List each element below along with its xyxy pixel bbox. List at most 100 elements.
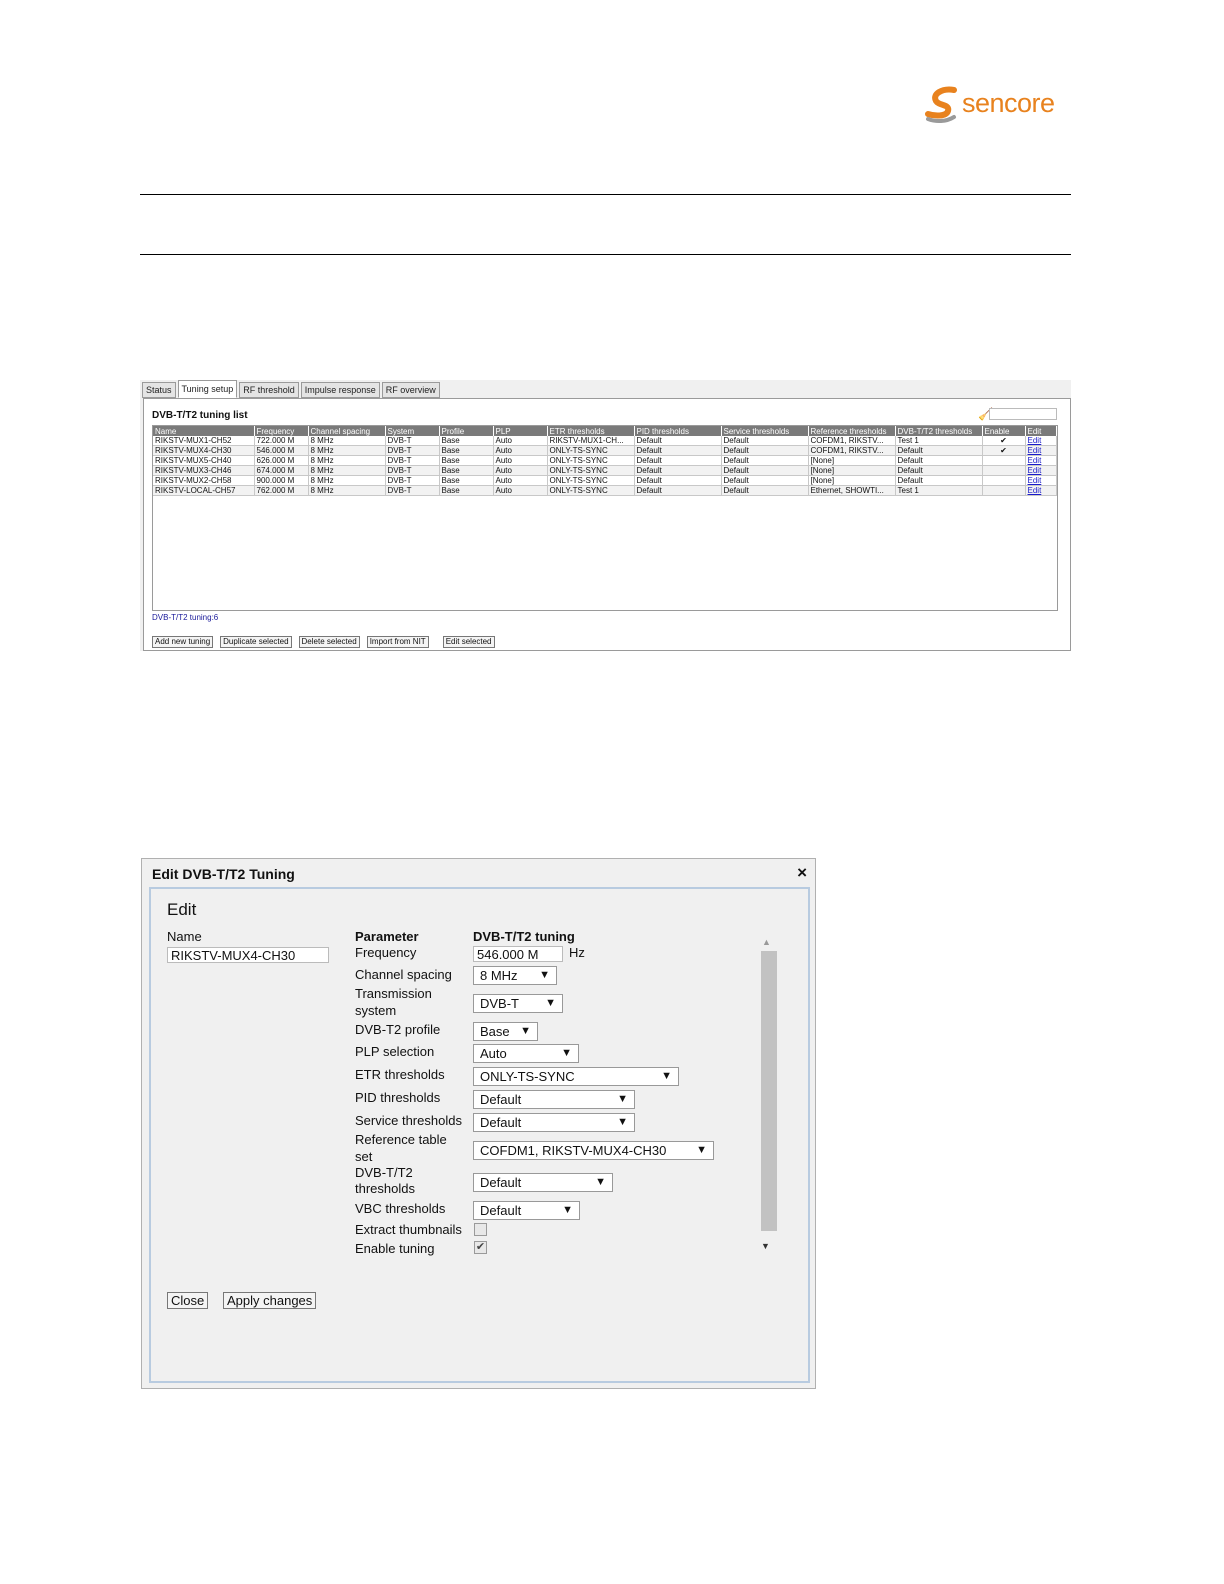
reference-select[interactable]: COFDM1, RIKSTV-MUX4-CH30 ▼ bbox=[473, 1141, 714, 1160]
transmission-select[interactable]: DVB-T ▼ bbox=[473, 994, 563, 1013]
dialog-title: Edit DVB-T/T2 Tuning bbox=[152, 866, 295, 882]
chevron-down-icon: ▼ bbox=[696, 1144, 707, 1156]
edit-link[interactable]: Edit bbox=[1025, 445, 1057, 456]
table-cell: 8 MHz bbox=[308, 436, 386, 446]
table-cell: RIKSTV-MUX1-CH52 bbox=[153, 436, 255, 446]
tab-impulse-response[interactable]: Impulse response bbox=[300, 382, 380, 398]
close-icon[interactable]: × bbox=[797, 863, 807, 883]
column-header[interactable]: Service thresholds bbox=[721, 426, 809, 436]
tab-status[interactable]: Status bbox=[142, 382, 176, 398]
name-input[interactable]: RIKSTV-MUX4-CH30 bbox=[167, 947, 329, 963]
duplicate-button[interactable]: Duplicate selected bbox=[220, 636, 292, 648]
enable-checkmark-icon: ✔ bbox=[982, 445, 1026, 456]
table-row[interactable]: RIKSTV-LOCAL-CH57 762.000 M8 MHz DVB-T Base… bbox=[153, 485, 1057, 496]
pid-select[interactable]: Default ▼ bbox=[473, 1090, 635, 1109]
plp-label: PLP selection bbox=[355, 1044, 435, 1059]
column-header[interactable]: Name bbox=[153, 426, 255, 436]
etr-select[interactable]: ONLY-TS-SYNC ▼ bbox=[473, 1067, 679, 1086]
service-select[interactable]: Default ▼ bbox=[473, 1113, 635, 1132]
column-header[interactable]: PID thresholds bbox=[634, 426, 722, 436]
edit-heading: Edit bbox=[167, 900, 197, 919]
tuning-list-title: DVB-T/T2 tuning list bbox=[152, 410, 248, 421]
table-cell: Default bbox=[721, 475, 809, 486]
reference-value: COFDM1, RIKSTV-MUX4-CH30 bbox=[480, 1143, 667, 1158]
table-row[interactable]: RIKSTV-MUX1-CH52 722.000 M8 MHz DVB-T Base A… bbox=[153, 436, 1057, 446]
tab-rf-threshold[interactable]: RF threshold bbox=[239, 382, 299, 398]
tab-rf-overview[interactable]: RF overview bbox=[381, 382, 440, 398]
enable-checkmark-icon: ✔ bbox=[982, 436, 1026, 446]
reference-label-line2: set bbox=[355, 1149, 373, 1164]
thumbnails-checkbox[interactable] bbox=[474, 1223, 487, 1236]
scroll-down-icon[interactable]: ▼ bbox=[761, 1241, 770, 1251]
column-header[interactable]: ETR thresholds bbox=[547, 426, 635, 436]
table-cell: ONLY-TS-SYNC bbox=[547, 445, 635, 456]
table-cell: ONLY-TS-SYNC bbox=[547, 455, 635, 466]
column-header[interactable]: System bbox=[385, 426, 440, 436]
table-cell: ONLY-TS-SYNC bbox=[547, 475, 635, 486]
pid-value: Default bbox=[480, 1092, 522, 1107]
column-header[interactable]: DVB-T/T2 thresholds bbox=[895, 426, 983, 436]
add-tuning-button[interactable]: Add new tuning bbox=[152, 636, 214, 648]
t2-thresholds-select[interactable]: Default ▼ bbox=[473, 1173, 613, 1192]
column-header[interactable]: Reference thresholds bbox=[808, 426, 896, 436]
table-cell: Base bbox=[439, 475, 494, 486]
chevron-down-icon: ▼ bbox=[539, 969, 550, 981]
profile-value: Base bbox=[480, 1024, 510, 1039]
table-cell: DVB-T bbox=[385, 445, 440, 456]
reference-label-line1: Reference table bbox=[355, 1132, 447, 1147]
channel-spacing-select[interactable]: 8 MHz ▼ bbox=[473, 966, 557, 985]
edit-link[interactable]: Edit bbox=[1025, 455, 1057, 466]
frequency-label: Frequency bbox=[355, 945, 417, 960]
column-header[interactable]: Profile bbox=[439, 426, 494, 436]
table-cell: DVB-T bbox=[385, 485, 440, 496]
table-cell: ONLY-TS-SYNC bbox=[547, 465, 635, 476]
column-header[interactable]: Frequency bbox=[254, 426, 309, 436]
table-cell: Default bbox=[721, 455, 809, 466]
enable-checkbox[interactable]: ✔ bbox=[474, 1241, 487, 1254]
table-cell: RIKSTV-LOCAL-CH57 bbox=[153, 485, 255, 496]
vbc-select[interactable]: Default ▼ bbox=[473, 1201, 580, 1220]
header-rule-bottom bbox=[140, 254, 1071, 255]
edit-selected-button[interactable]: Edit selected bbox=[442, 636, 495, 648]
table-cell: Default bbox=[634, 445, 722, 456]
column-header[interactable]: Enable bbox=[982, 426, 1026, 436]
enable-label: Enable tuning bbox=[355, 1241, 435, 1256]
column-header[interactable]: Edit bbox=[1025, 426, 1057, 436]
table-cell: Auto bbox=[493, 475, 548, 486]
table-cell: Default bbox=[721, 436, 809, 446]
table-header-row: Name Frequency Channel spacing System Pr… bbox=[153, 426, 1057, 436]
table-cell: DVB-T bbox=[385, 465, 440, 476]
filter-input[interactable] bbox=[989, 408, 1057, 420]
profile-select[interactable]: Base ▼ bbox=[473, 1022, 538, 1041]
table-cell: 8 MHz bbox=[308, 475, 386, 486]
table-row[interactable]: RIKSTV-MUX5-CH40 626.000 M8 MHz DVB-T Base A… bbox=[153, 455, 1057, 466]
table-row[interactable]: RIKSTV-MUX3-CH46 674.000 M8 MHz DVB-T Base A… bbox=[153, 465, 1057, 476]
table-cell: DVB-T bbox=[385, 436, 440, 446]
table-cell: Default bbox=[634, 465, 722, 476]
frequency-input[interactable]: 546.000 M bbox=[473, 946, 563, 962]
tab-tuning-setup[interactable]: Tuning setup bbox=[177, 380, 238, 398]
edit-link[interactable]: Edit bbox=[1025, 465, 1057, 476]
edit-link[interactable]: Edit bbox=[1025, 475, 1057, 486]
close-button[interactable]: Close bbox=[167, 1292, 209, 1309]
scroll-up-icon[interactable]: ▲ bbox=[762, 937, 771, 947]
table-row[interactable]: RIKSTV-MUX2-CH58 900.000 M8 MHz DVB-T Base A… bbox=[153, 475, 1057, 486]
edit-link[interactable]: Edit bbox=[1025, 436, 1057, 446]
edit-link[interactable]: Edit bbox=[1025, 485, 1057, 496]
dialog-scrollbar[interactable]: ▲ ▼ bbox=[759, 937, 777, 1259]
plp-select[interactable]: Auto ▼ bbox=[473, 1044, 579, 1063]
column-header[interactable]: PLP bbox=[493, 426, 548, 436]
delete-button[interactable]: Delete selected bbox=[298, 636, 360, 648]
import-nit-button[interactable]: Import from NIT bbox=[366, 636, 429, 648]
service-label: Service thresholds bbox=[355, 1113, 462, 1128]
apply-changes-button[interactable]: Apply changes bbox=[223, 1292, 317, 1309]
table-cell: [None] bbox=[808, 475, 896, 486]
chevron-down-icon: ▼ bbox=[520, 1025, 531, 1037]
pid-label: PID thresholds bbox=[355, 1090, 441, 1105]
table-cell: Default bbox=[721, 465, 809, 476]
scrollbar-thumb[interactable] bbox=[761, 951, 777, 1231]
thumbnails-label: Extract thumbnails bbox=[355, 1222, 462, 1237]
transmission-label-line2: system bbox=[355, 1003, 397, 1018]
column-header[interactable]: Channel spacing bbox=[308, 426, 386, 436]
table-row[interactable]: RIKSTV-MUX4-CH30 546.000 M8 MHz DVB-T Base A… bbox=[153, 445, 1057, 456]
